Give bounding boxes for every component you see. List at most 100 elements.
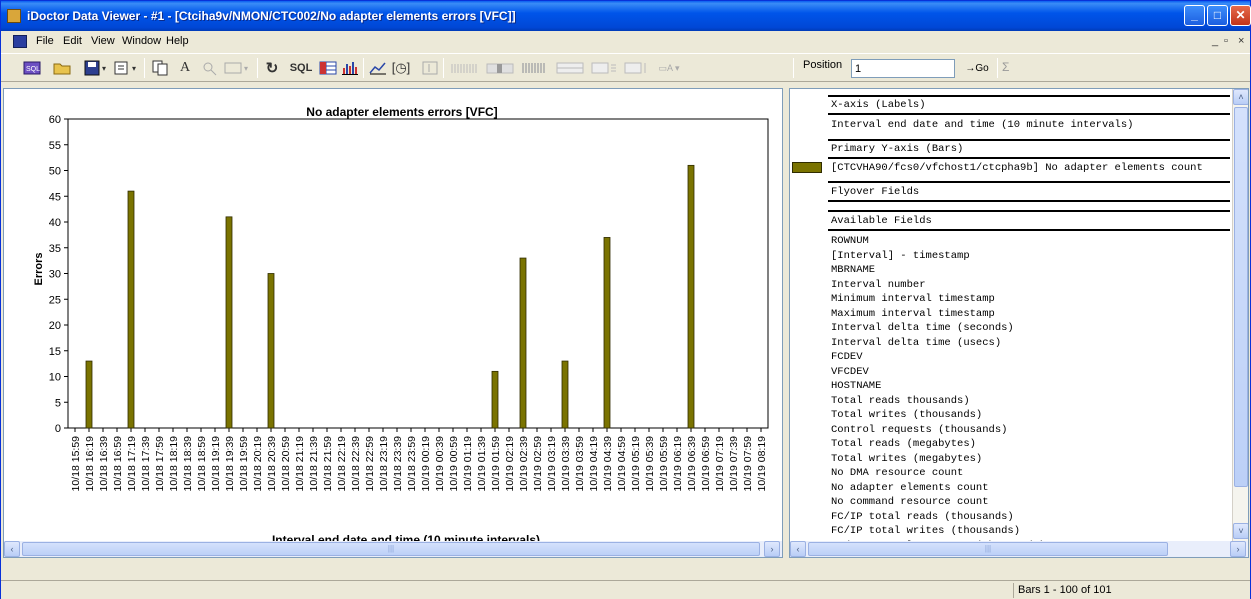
- available-field-item[interactable]: No adapter elements count: [831, 482, 989, 494]
- available-field-item[interactable]: FC/IP total reads (thousands): [831, 511, 1014, 523]
- available-field-item[interactable]: Control requests (thousands): [831, 424, 1007, 436]
- refresh-icon[interactable]: ↻: [263, 60, 281, 77]
- copy-icon[interactable]: [151, 60, 169, 76]
- available-field-item[interactable]: HOSTNAME: [831, 380, 881, 392]
- sql-button[interactable]: SQL: [288, 60, 314, 76]
- bar: [687, 164, 695, 429]
- x-tick-label: 10/19 07:59: [742, 436, 754, 492]
- title-bar[interactable]: iDoctor Data Viewer - #1 - [Ctciha9v/NMO…: [1, 1, 1251, 31]
- vertical-scroll-thumb[interactable]: [1234, 107, 1248, 487]
- mdi-close-button[interactable]: ×: [1238, 35, 1244, 47]
- menu-view[interactable]: View: [91, 35, 115, 47]
- go-button[interactable]: →Go: [958, 58, 996, 79]
- available-field-item[interactable]: Minimum interval timestamp: [831, 293, 995, 305]
- chart-horizontal-scrollbar[interactable]: ‹ ||| ›: [4, 541, 782, 557]
- available-field-item[interactable]: FCDEV: [831, 351, 863, 363]
- toolbar-separator: [793, 58, 794, 78]
- x-tick-label: 10/18 19:19: [210, 436, 222, 492]
- graph-style-3-icon[interactable]: [520, 60, 550, 76]
- available-field-item[interactable]: ROWNUM: [831, 235, 869, 247]
- scroll-left-button[interactable]: ‹: [4, 541, 20, 557]
- document-icon[interactable]: [13, 35, 27, 48]
- x-tick-label: 10/19 06:39: [686, 436, 698, 492]
- x-axis-header: X-axis (Labels): [831, 99, 926, 111]
- scroll-thumb[interactable]: |||: [808, 542, 1168, 556]
- options-disabled-icon[interactable]: [421, 60, 439, 76]
- y-tick-label: 60: [49, 114, 61, 126]
- graph-style-4-icon[interactable]: [555, 60, 585, 76]
- mdi-restore-button[interactable]: ▫: [1224, 35, 1228, 47]
- field-vertical-scrollbar[interactable]: ˄ ˅: [1232, 89, 1248, 541]
- x-axis-field[interactable]: Interval end date and time (10 minute in…: [831, 119, 1133, 131]
- time-range-icon[interactable]: [◷]: [392, 60, 411, 76]
- divider: [828, 157, 1230, 159]
- bar-chart[interactable]: No adapter elements errors [VFC] Errors …: [4, 89, 783, 558]
- graph-style-6-icon[interactable]: [623, 60, 649, 76]
- scroll-left-button[interactable]: ‹: [790, 541, 806, 557]
- scroll-down-button[interactable]: ˅: [1233, 523, 1248, 539]
- x-tick-label: 10/19 02:39: [518, 436, 530, 492]
- sum-button[interactable]: Σ: [1002, 60, 1009, 74]
- table-view-icon[interactable]: [319, 60, 337, 76]
- bar-graph-icon[interactable]: [341, 60, 359, 76]
- toolbar-separator: [257, 58, 258, 78]
- maximize-button[interactable]: □: [1207, 5, 1228, 26]
- scroll-right-button[interactable]: ›: [764, 541, 780, 557]
- mdi-minimize-button[interactable]: _: [1212, 35, 1218, 47]
- available-field-item[interactable]: [Interval] - timestamp: [831, 250, 970, 262]
- graph-style-7-icon[interactable]: ▭A ▾: [654, 60, 684, 76]
- x-tick-label: 10/18 16:19: [84, 436, 96, 492]
- scroll-thumb[interactable]: |||: [22, 542, 760, 556]
- menu-help[interactable]: Help: [166, 35, 189, 47]
- wizard-dropdown-icon[interactable]: ▾: [241, 60, 251, 76]
- menu-file[interactable]: File: [36, 35, 54, 47]
- x-tick-label: 10/18 19:59: [238, 436, 250, 492]
- y-axis-header: Primary Y-axis (Bars): [831, 143, 964, 155]
- available-field-item[interactable]: Total reads thousands): [831, 395, 970, 407]
- menu-edit[interactable]: Edit: [63, 35, 82, 47]
- available-field-item[interactable]: Total writes (megabytes): [831, 453, 982, 465]
- field-horizontal-scrollbar[interactable]: ‹ ||| ›: [790, 541, 1248, 557]
- x-tick-label: 10/18 22:59: [364, 436, 376, 492]
- available-field-item[interactable]: MBRNAME: [831, 264, 875, 276]
- find-icon[interactable]: [201, 60, 219, 76]
- available-field-item[interactable]: No command resource count: [831, 496, 989, 508]
- sql-wizard-icon[interactable]: SQL: [23, 60, 41, 76]
- series-color-swatch[interactable]: [792, 162, 822, 173]
- scroll-right-button[interactable]: ›: [1230, 541, 1246, 557]
- graph-style-1-icon[interactable]: [450, 60, 480, 76]
- y-tick-label: 55: [49, 140, 61, 152]
- x-tick-label: 10/19 06:59: [700, 436, 712, 492]
- available-field-item[interactable]: Maximum interval timestamp: [831, 308, 995, 320]
- save-dropdown-icon[interactable]: ▾: [99, 60, 109, 76]
- graph-style-5-icon[interactable]: [590, 60, 618, 76]
- wizard-disabled-icon[interactable]: [224, 60, 242, 76]
- menu-window[interactable]: Window: [122, 35, 161, 47]
- available-field-item[interactable]: Interval delta time (usecs): [831, 337, 1001, 349]
- open-folder-icon[interactable]: [53, 60, 71, 76]
- available-field-item[interactable]: VFCDEV: [831, 366, 869, 378]
- available-field-item[interactable]: Interval number: [831, 279, 926, 291]
- x-tick-label: 10/18 20:39: [266, 436, 278, 492]
- properties-dropdown-icon[interactable]: ▾: [129, 60, 139, 76]
- available-field-item[interactable]: Interval delta time (seconds): [831, 322, 1014, 334]
- position-input[interactable]: [851, 59, 955, 78]
- x-tick-label: 10/18 21:39: [308, 436, 320, 492]
- close-button[interactable]: ✕: [1230, 5, 1251, 26]
- line-graph-icon[interactable]: [369, 60, 387, 76]
- graph-style-2-icon[interactable]: [485, 60, 515, 76]
- available-field-item[interactable]: No DMA resource count: [831, 467, 963, 479]
- font-icon[interactable]: A: [176, 60, 194, 76]
- minimize-button[interactable]: _: [1184, 5, 1205, 26]
- status-divider: [1013, 583, 1014, 598]
- toolbar-separator: [997, 58, 998, 78]
- divider: [828, 113, 1230, 115]
- position-label: Position: [803, 59, 843, 71]
- available-field-item[interactable]: Total writes (thousands): [831, 409, 982, 421]
- available-field-item[interactable]: FC/IP total writes (thousands): [831, 525, 1020, 537]
- scroll-up-button[interactable]: ˄: [1233, 89, 1248, 105]
- svg-text:SQL: SQL: [26, 66, 40, 73]
- divider: [828, 210, 1230, 212]
- y-axis-series-field[interactable]: [CTCVHA90/fcs0/vfchost1/ctcpha9b] No ada…: [831, 162, 1203, 174]
- available-field-item[interactable]: Total reads (megabytes): [831, 438, 976, 450]
